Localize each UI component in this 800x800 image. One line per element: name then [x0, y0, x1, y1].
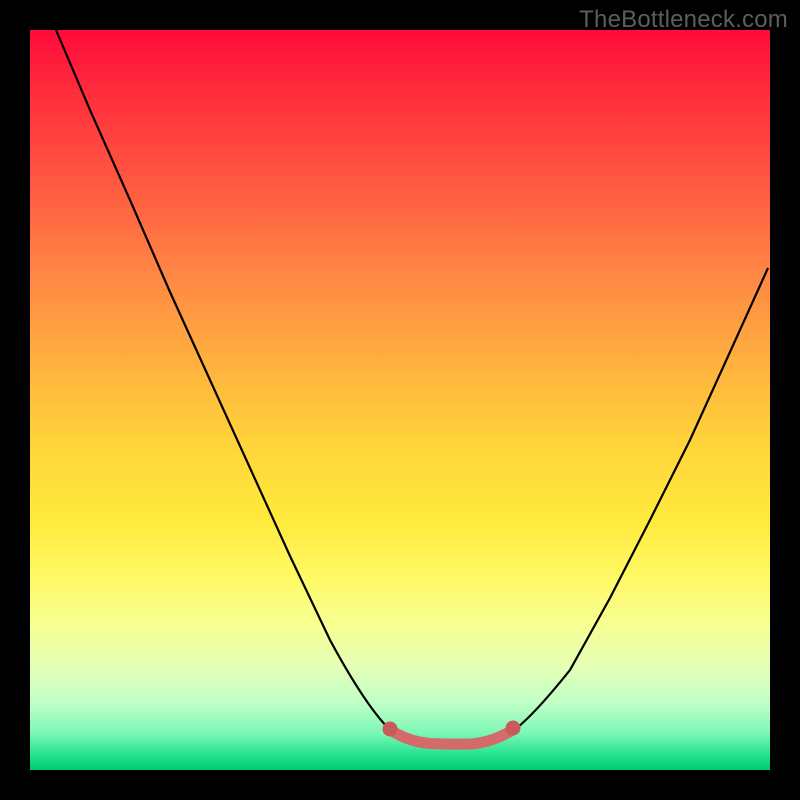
chart-frame: TheBottleneck.com	[0, 0, 800, 800]
trough-highlight	[392, 731, 511, 744]
plot-area	[30, 30, 770, 770]
trough-dot-left	[383, 722, 398, 737]
bottleneck-curve	[56, 30, 768, 744]
curve-svg	[30, 30, 770, 770]
trough-dot-right	[506, 721, 521, 736]
